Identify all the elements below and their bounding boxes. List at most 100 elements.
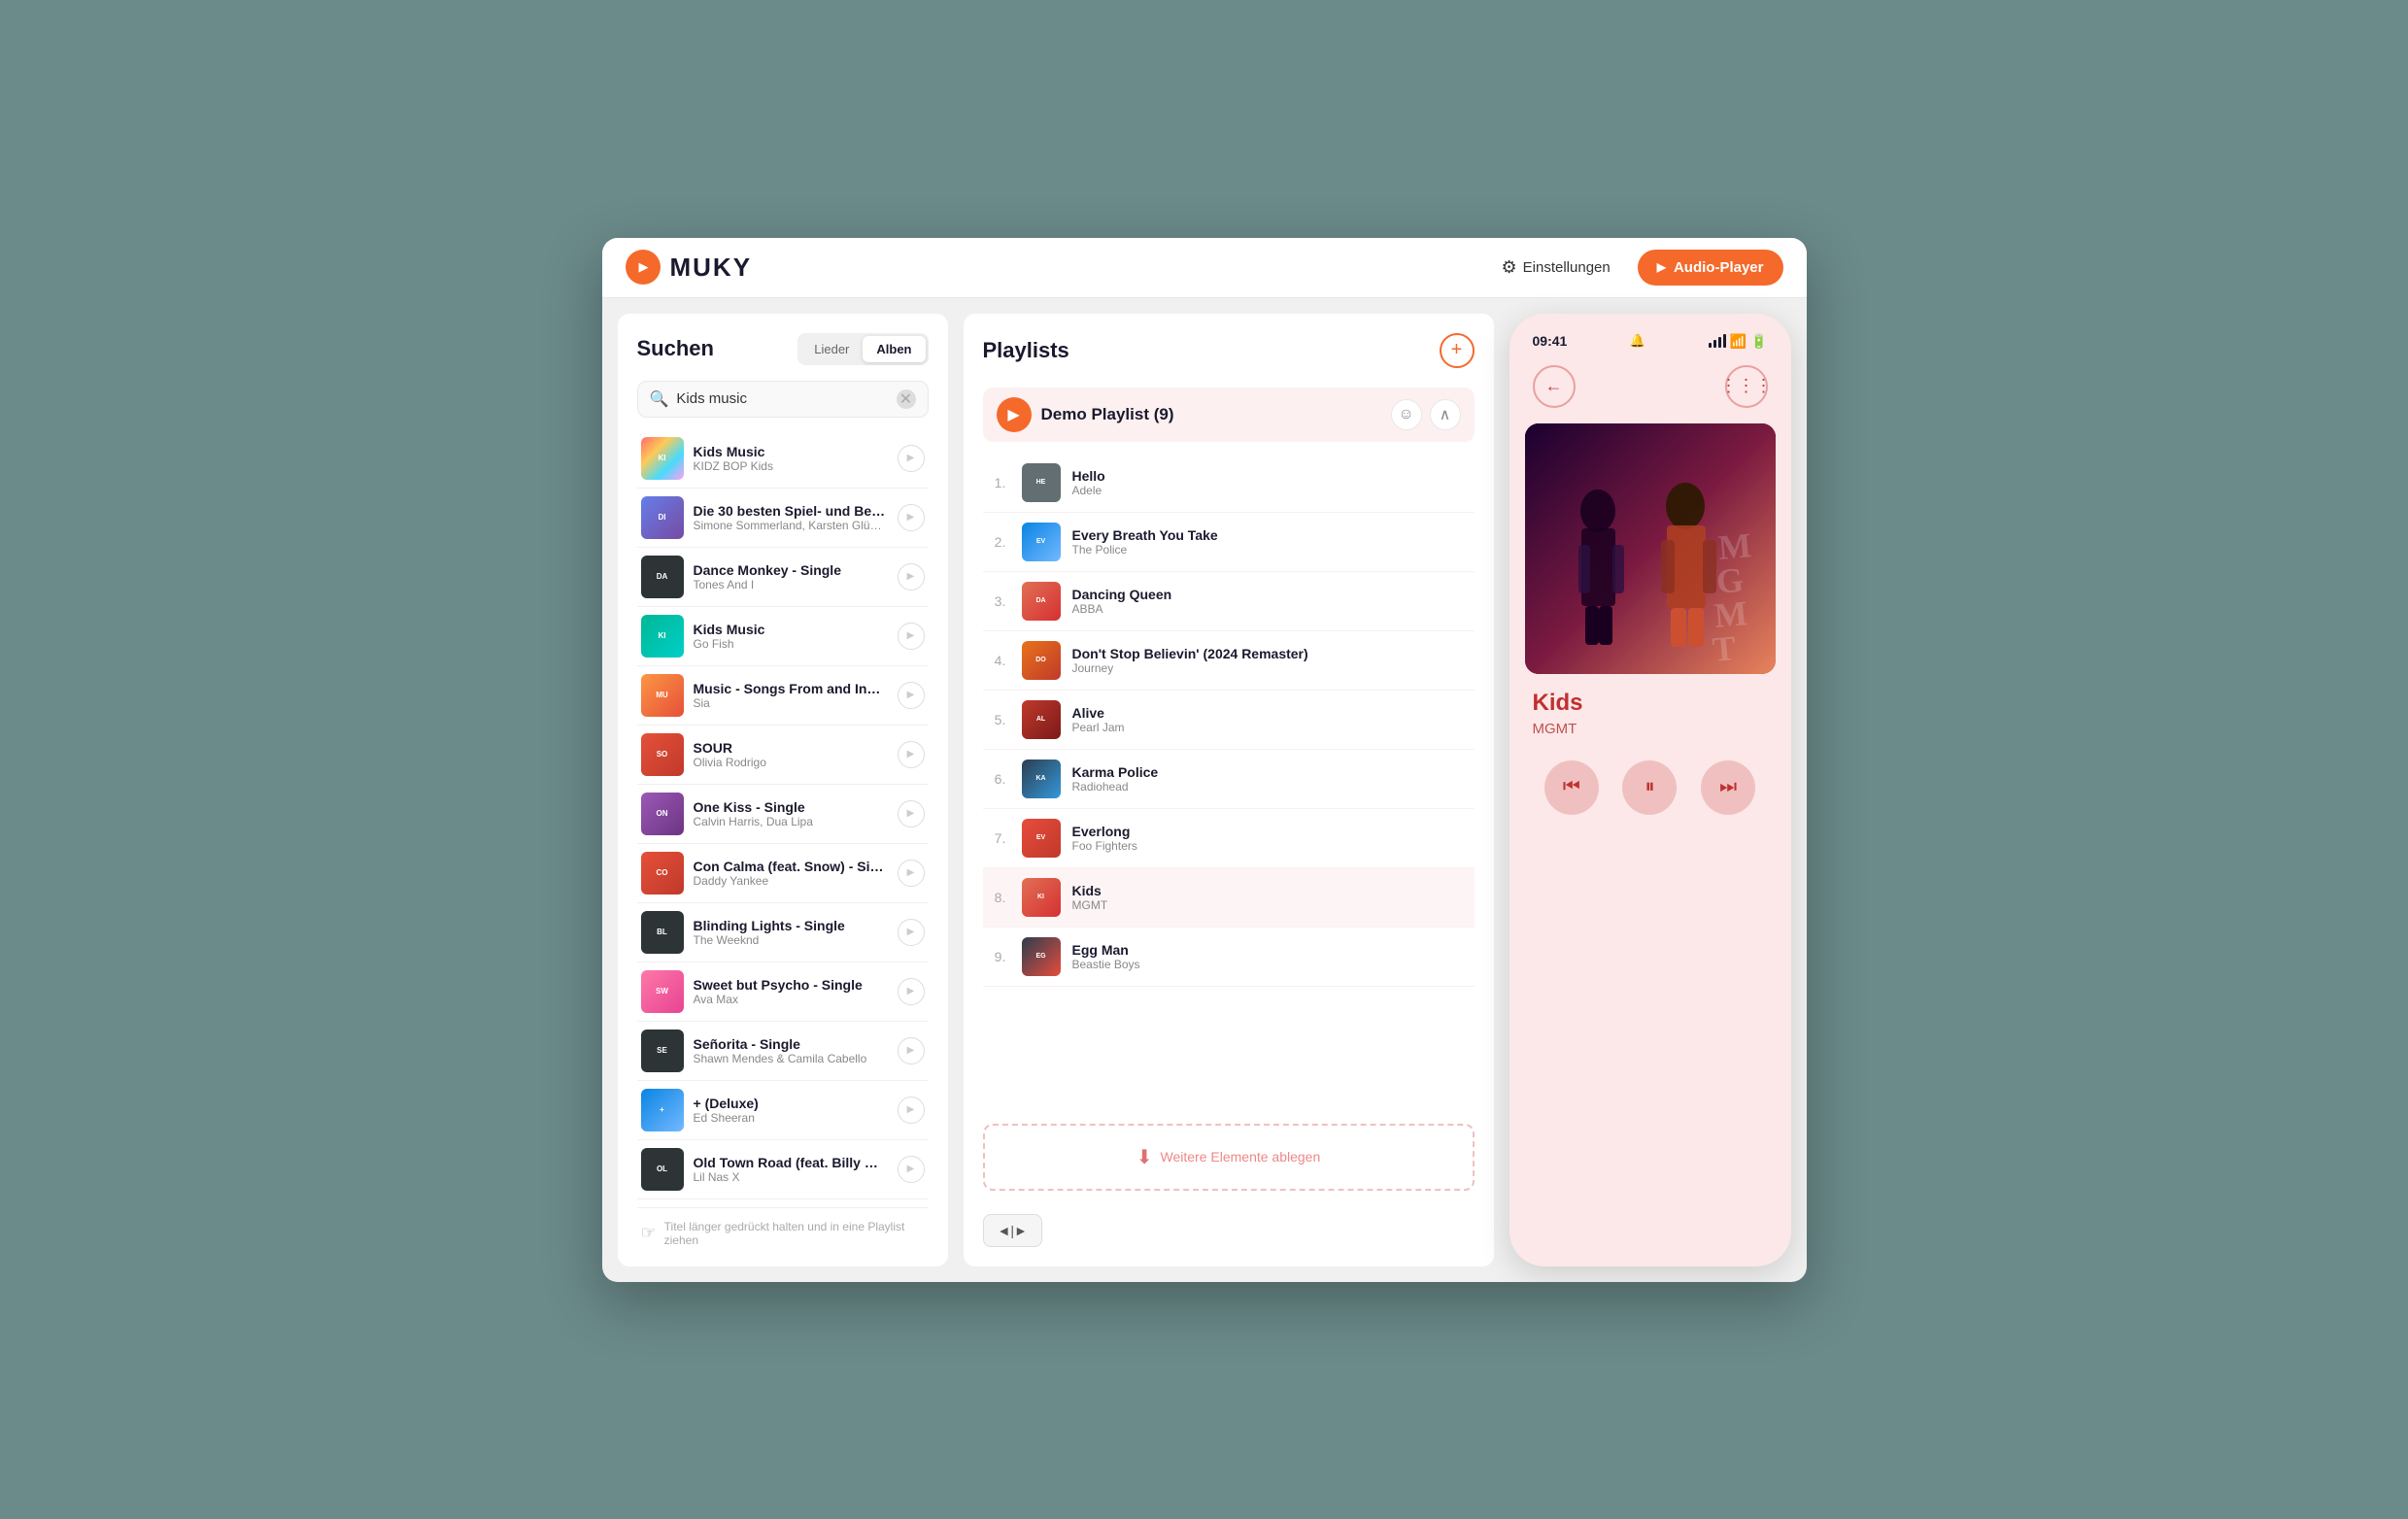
clear-icon[interactable]: ✕ [897,389,916,409]
song-artist: Ed Sheeran [694,1111,888,1125]
tab-songs[interactable]: Lieder [800,336,863,362]
split-button[interactable]: ◄|► [983,1214,1042,1247]
next-button[interactable]: ⏭ [1701,760,1755,815]
song-thumb: BL [641,911,684,954]
song-title: SOUR [694,740,888,756]
play-song-button[interactable]: ▶ [898,860,925,887]
list-item[interactable]: MU Music - Songs From and Inspire... Sia… [637,666,929,726]
song-thumb: DI [641,496,684,539]
song-thumb: SE [641,1030,684,1072]
song-info: Con Calma (feat. Snow) - Single Daddy Ya… [694,859,888,888]
previous-button[interactable]: ⏮ [1544,760,1599,815]
right-area: Playlists + ▶ Demo Playlist (9) ☺ ∧ [964,314,1791,1266]
sidebar-title: Suchen [637,336,714,361]
table-row[interactable]: 6. KA Karma Police Radiohead [983,750,1475,809]
song-artist: Calvin Harris, Dua Lipa [694,815,888,828]
list-item[interactable]: ON One Kiss - Single Calvin Harris, Dua … [637,785,929,844]
phone-album-art: MGMT [1525,423,1776,674]
song-info: Blinding Lights - Single The Weeknd [694,918,888,947]
alarm-icon: 🔔 [1630,333,1645,349]
play-song-button[interactable]: ▶ [898,800,925,827]
list-item[interactable]: OL Old Town Road (feat. Billy Ray C... L… [637,1140,929,1199]
playlist-smiley-button[interactable]: ☺ [1391,399,1422,430]
table-row[interactable]: 1. HE Hello Adele [983,454,1475,513]
list-item[interactable]: SE Señorita - Single Shawn Mendes & Cami… [637,1022,929,1081]
phone-status-bar: 09:41 🔔 📶 🔋 [1525,329,1776,354]
track-title: Everlong [1072,824,1467,839]
play-icon: ▶ [1657,260,1666,274]
header-right: ⚙ Einstellungen ▶ Audio-Player [1490,250,1783,286]
table-row[interactable]: 4. DO Don't Stop Believin' (2024 Remaste… [983,631,1475,691]
search-input[interactable] [676,390,888,407]
play-song-button[interactable]: ▶ [898,504,925,531]
song-info: Señorita - Single Shawn Mendes & Camila … [694,1036,888,1065]
drop-zone-label: Weitere Elemente ablegen [1161,1149,1321,1165]
track-artist: Journey [1072,661,1467,675]
table-row[interactable]: 5. AL Alive Pearl Jam [983,691,1475,750]
song-thumb: KI [641,615,684,658]
song-artist: Ava Max [694,993,888,1006]
track-number: 2. [991,534,1010,550]
play-song-button[interactable]: ▶ [898,1037,925,1064]
song-thumb: DA [641,556,684,598]
back-button[interactable]: ← [1533,365,1576,408]
logo-area: MUKY [626,250,753,285]
song-info: Sweet but Psycho - Single Ava Max [694,977,888,1006]
table-row[interactable]: 7. EV Everlong Foo Fighters [983,809,1475,868]
track-artist: Foo Fighters [1072,839,1467,853]
list-item[interactable]: KI Kids Music KIDZ BOP Kids ▶ [637,429,929,489]
audio-player-label: Audio-Player [1674,259,1764,276]
track-info: Hello Adele [1072,468,1467,497]
track-number: 7. [991,830,1010,846]
list-item[interactable]: + + (Deluxe) Ed Sheeran ▶ [637,1081,929,1140]
play-song-button[interactable]: ▶ [898,741,925,768]
play-song-button[interactable]: ▶ [898,978,925,1005]
list-item[interactable]: CO Con Calma (feat. Snow) - Single Daddy… [637,844,929,903]
table-row[interactable]: 3. DA Dancing Queen ABBA [983,572,1475,631]
signal-bars [1709,334,1726,348]
track-number: 1. [991,475,1010,490]
play-song-button[interactable]: ▶ [898,445,925,472]
add-playlist-button[interactable]: + [1440,333,1475,368]
list-item[interactable]: SW Sweet but Psycho - Single Ava Max ▶ [637,962,929,1022]
list-item[interactable]: DI Die 30 besten Spiel- und Beweg... Sim… [637,489,929,548]
track-number: 4. [991,653,1010,668]
play-song-button[interactable]: ▶ [898,623,925,650]
playlist-chevron-button[interactable]: ∧ [1430,399,1461,430]
list-item[interactable]: SO SOUR Olivia Rodrigo ▶ [637,726,929,785]
song-title: Sweet but Psycho - Single [694,977,888,993]
play-song-button[interactable]: ▶ [898,682,925,709]
drop-zone[interactable]: ⬇ Weitere Elemente ablegen [983,1124,1475,1191]
menu-button[interactable]: ⋮⋮⋮ [1725,365,1768,408]
table-row[interactable]: 9. EG Egg Man Beastie Boys [983,928,1475,987]
band-art: M G M T [1525,423,1776,674]
playlist-name-left: ▶ Demo Playlist (9) [997,397,1174,432]
settings-button[interactable]: ⚙ Einstellungen [1490,250,1622,286]
playlist-avatar: ▶ [997,397,1032,432]
song-title: + (Deluxe) [694,1096,888,1111]
song-thumb: OL [641,1148,684,1191]
song-artist: Olivia Rodrigo [694,756,888,769]
song-artist: Shawn Mendes & Camila Cabello [694,1052,888,1065]
list-item[interactable]: KI Kids Music Go Fish ▶ [637,607,929,666]
table-row[interactable]: 8. KI Kids MGMT [983,868,1475,928]
table-row[interactable]: 2. EV Every Breath You Take The Police [983,513,1475,572]
track-thumb: KA [1022,760,1061,798]
tab-albums[interactable]: Alben [863,336,925,362]
song-list: KI Kids Music KIDZ BOP Kids ▶ DI Die 30 … [637,429,929,1199]
play-song-button[interactable]: ▶ [898,1156,925,1183]
audio-player-button[interactable]: ▶ Audio-Player [1638,250,1783,286]
play-song-button[interactable]: ▶ [898,563,925,591]
play-song-button[interactable]: ▶ [898,1097,925,1124]
track-number: 8. [991,890,1010,905]
phone-time: 09:41 [1533,333,1568,349]
track-thumb: DO [1022,641,1061,680]
play-song-button[interactable]: ▶ [898,919,925,946]
pause-button[interactable]: ⏸ [1622,760,1677,815]
song-artist: Daddy Yankee [694,874,888,888]
list-item[interactable]: DA Dance Monkey - Single Tones And I ▶ [637,548,929,607]
playlist-actions: ☺ ∧ [1391,399,1461,430]
list-item[interactable]: BL Blinding Lights - Single The Weeknd ▶ [637,903,929,962]
main-content: Suchen Lieder Alben 🔍 ✕ KI Kids Music KI… [602,298,1807,1282]
song-title: Con Calma (feat. Snow) - Single [694,859,888,874]
